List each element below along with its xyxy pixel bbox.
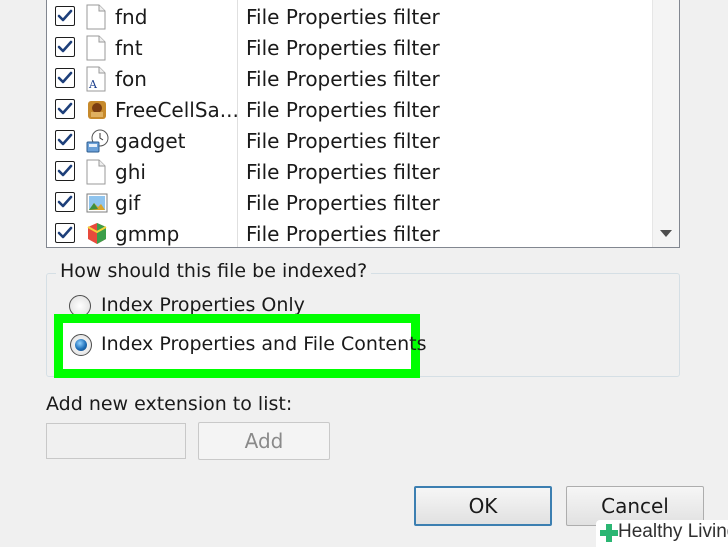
extension-name: fnt (115, 36, 143, 60)
extension-row[interactable]: gadget File Properties filter (47, 125, 651, 156)
extension-name: fnd (115, 5, 148, 29)
radio-properties-only-label[interactable]: Index Properties Only (101, 294, 305, 316)
radio-properties-and-contents-label[interactable]: Index Properties and File Contents (101, 333, 427, 355)
ok-button[interactable]: OK (414, 486, 552, 526)
add-button[interactable]: Add (198, 422, 330, 460)
extension-row[interactable]: fnd File Properties filter (47, 1, 651, 32)
extension-rows: fnd File Properties filter fnt File Propert… (47, 1, 651, 247)
extension-row[interactable]: ghi File Properties filter (47, 156, 651, 187)
media-project-icon (85, 221, 109, 247)
extension-filter-description: File Properties filter (246, 67, 440, 91)
extension-checkbox[interactable] (55, 37, 75, 57)
extension-filter-description: File Properties filter (246, 5, 440, 29)
svg-text:A: A (88, 78, 98, 91)
extension-filter-description: File Properties filter (246, 36, 440, 60)
extension-name: ghi (115, 160, 146, 184)
extension-checkbox[interactable] (55, 6, 75, 26)
extension-filter-description: File Properties filter (246, 98, 440, 122)
image-file-icon (85, 190, 109, 216)
add-extension-label: Add new extension to list: (46, 393, 293, 415)
extension-checkbox[interactable] (55, 68, 75, 88)
blank-file-icon (85, 159, 109, 185)
index-method-title: How should this file be indexed? (56, 260, 372, 282)
extension-name: gadget (115, 129, 186, 153)
scroll-down-arrow-icon[interactable] (660, 230, 672, 237)
radio-selected-dot (75, 339, 87, 351)
extension-name: FreeCellSa... (115, 98, 239, 122)
extension-checkbox[interactable] (55, 192, 75, 212)
extension-name: gmmp (115, 222, 180, 246)
healthy-living-watermark: Healthy Living (596, 520, 728, 547)
gadget-file-icon (85, 128, 109, 154)
blank-file-icon (85, 35, 109, 61)
extension-row[interactable]: FreeCellSa... File Properties filter (47, 94, 651, 125)
extension-filter-description: File Properties filter (246, 191, 440, 215)
extension-checkbox[interactable] (55, 99, 75, 119)
vertical-scrollbar[interactable] (652, 0, 679, 247)
plus-logo-icon (600, 524, 618, 542)
blank-file-icon (85, 4, 109, 30)
watermark-text: Healthy Living (618, 521, 728, 542)
extension-name: fon (115, 67, 147, 91)
extension-row[interactable]: gmmp File Properties filter (47, 218, 651, 247)
extension-filter-description: File Properties filter (246, 222, 440, 246)
extension-row[interactable]: gif File Properties filter (47, 187, 651, 218)
font-file-icon: A (85, 66, 109, 92)
extension-checkbox[interactable] (55, 223, 75, 243)
radio-properties-and-contents[interactable] (70, 334, 92, 356)
extension-list[interactable]: fnd File Properties filter fnt File Propert… (46, 0, 680, 248)
extension-checkbox[interactable] (55, 161, 75, 181)
extension-row[interactable]: fnt File Properties filter (47, 32, 651, 63)
extension-filter-description: File Properties filter (246, 129, 440, 153)
extension-checkbox[interactable] (55, 130, 75, 150)
extension-filter-description: File Properties filter (246, 160, 440, 184)
new-extension-input[interactable] (46, 423, 186, 459)
freecell-game-icon (85, 97, 109, 123)
extension-row[interactable]: Afon File Properties filter (47, 63, 651, 94)
extension-name: gif (115, 191, 141, 215)
